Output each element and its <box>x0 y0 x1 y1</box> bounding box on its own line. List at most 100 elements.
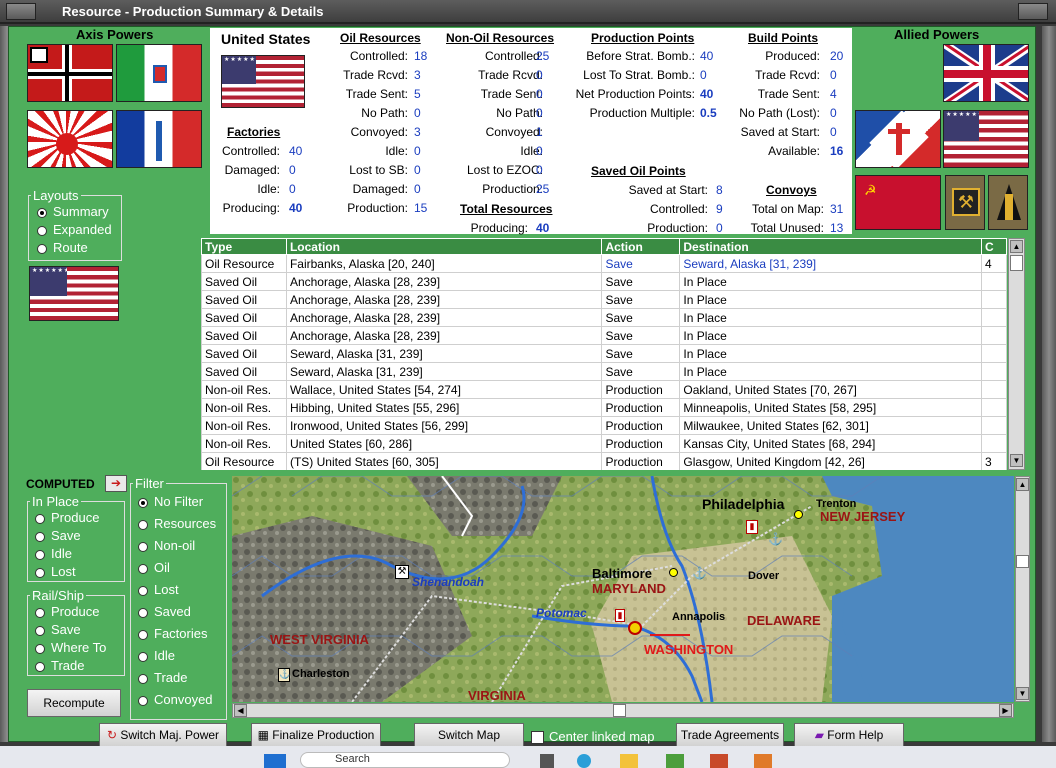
map-scroll-up-icon[interactable]: ▲ <box>1016 478 1029 491</box>
production-details-table[interactable]: Type Location Action Destination C Oil Resou… <box>201 238 1007 470</box>
table-row[interactable]: Non-oil Res. United States [60, 286] Produ… <box>201 434 1007 453</box>
filter-option-radio[interactable]: Lost <box>138 579 226 601</box>
railship-option-radio[interactable]: Produce <box>35 603 124 621</box>
table-row[interactable]: Saved Oil Seward, Alaska [31, 239] Save In … <box>201 362 1007 381</box>
radio-button[interactable] <box>35 513 45 524</box>
mine-resource-icon[interactable]: ⚒ <box>945 175 985 230</box>
radio-button[interactable] <box>138 563 148 574</box>
radio-button[interactable] <box>35 643 45 654</box>
filter-option-radio[interactable]: Idle <box>138 645 226 667</box>
inplace-option-radio[interactable]: Lost <box>35 563 124 581</box>
finalize-production-button[interactable]: ▦ Finalize Production <box>251 723 381 747</box>
recompute-button[interactable]: Recompute <box>27 689 121 717</box>
oil-resource-map-icon[interactable]: ⚓ <box>278 668 290 682</box>
filter-option-radio[interactable]: Factories <box>138 623 226 645</box>
inplace-option-radio[interactable]: Save <box>35 527 124 545</box>
inplace-option-radio[interactable]: Produce <box>35 509 124 527</box>
filter-option-radio[interactable]: No Filter <box>138 491 226 513</box>
map-horizontal-scrollbar[interactable]: ◀ ▶ <box>232 703 1014 718</box>
radio-button[interactable] <box>138 541 148 552</box>
vichy-france-flag[interactable] <box>116 110 202 168</box>
railship-option-radio[interactable]: Save <box>35 621 124 639</box>
baltimore-city-icon[interactable] <box>669 568 678 577</box>
map-vertical-scrollbar[interactable]: ▲ ▼ <box>1015 476 1030 702</box>
close-button[interactable] <box>1018 3 1048 20</box>
linked-map[interactable]: Philadelphia Trenton NEW JERSEY Dover Ba… <box>232 476 1014 702</box>
scroll-up-arrow-icon[interactable]: ▲ <box>1010 240 1023 253</box>
map-scroll-right-icon[interactable]: ▶ <box>999 704 1012 717</box>
oil-derrick-icon[interactable] <box>988 175 1028 230</box>
other-app-icon[interactable] <box>754 754 772 768</box>
table-row[interactable]: Saved Oil Anchorage, Alaska [28, 239] Save… <box>201 326 1007 345</box>
italy-flag[interactable] <box>116 44 202 102</box>
task-view-icon[interactable] <box>540 754 554 768</box>
table-row[interactable]: Oil Resource Fairbanks, Alaska [20, 240] S… <box>201 254 1007 273</box>
table-row[interactable]: Saved Oil Seward, Alaska [31, 239] Save In … <box>201 344 1007 363</box>
radio-button[interactable] <box>138 651 148 662</box>
radio-button[interactable] <box>138 629 148 640</box>
table-row[interactable]: Non-oil Res. Hibbing, United States [55, … <box>201 398 1007 417</box>
start-windows-icon[interactable] <box>264 754 286 768</box>
railship-option-radio[interactable]: Trade <box>35 657 124 675</box>
form-help-button[interactable]: ▰ Form Help <box>794 723 904 747</box>
radio-button[interactable] <box>138 519 148 530</box>
scroll-thumb[interactable] <box>1010 255 1023 271</box>
game-app-icon[interactable] <box>710 754 728 768</box>
scroll-down-arrow-icon[interactable]: ▼ <box>1010 454 1023 467</box>
washington-capital-icon[interactable] <box>628 621 642 635</box>
edge-icon[interactable] <box>577 754 591 768</box>
inplace-option-radio[interactable]: Idle <box>35 545 124 563</box>
filter-option-radio[interactable]: Oil <box>138 557 226 579</box>
map-scroll-left-icon[interactable]: ◀ <box>234 704 247 717</box>
layout-expanded-radio[interactable]: Expanded <box>37 221 121 239</box>
trade-agreements-button[interactable]: Trade Agreements <box>676 723 784 747</box>
column-header[interactable]: Action <box>601 238 681 255</box>
radio-button[interactable] <box>138 497 148 508</box>
table-row[interactable]: Non-oil Res. Ironwood, United States [56,… <box>201 416 1007 435</box>
map-scroll-down-icon[interactable]: ▼ <box>1016 687 1029 700</box>
column-header[interactable]: Location <box>285 238 603 255</box>
center-linked-map-checkbox[interactable] <box>531 731 544 744</box>
ussr-flag[interactable]: ☭ <box>855 175 941 230</box>
radio-button[interactable] <box>35 531 45 542</box>
port-anchor-icon-2[interactable]: ⚓ <box>768 532 783 546</box>
taskbar-search[interactable]: Search <box>300 752 510 768</box>
file-explorer-icon[interactable] <box>620 754 638 768</box>
free-france-flag[interactable] <box>855 110 941 168</box>
filter-option-radio[interactable]: Convoyed <box>138 689 226 711</box>
switch-major-power-button[interactable]: ↻ Switch Maj. Power <box>99 723 227 747</box>
map-vscroll-thumb[interactable] <box>1016 555 1029 568</box>
map-hscroll-thumb[interactable] <box>613 704 626 717</box>
germany-flag[interactable] <box>27 44 113 102</box>
computed-arrow-button[interactable]: ➔ <box>105 475 127 492</box>
us-flag-allied[interactable]: ★★★★★★★★★★★★★★★★★★★★★★★★★★ <box>943 110 1029 168</box>
layout-route-radio[interactable]: Route <box>37 239 121 257</box>
factory-map-icon[interactable]: ▮ <box>746 520 758 534</box>
radio-button[interactable] <box>35 661 45 672</box>
radio-button[interactable] <box>138 695 148 706</box>
mine-resource-map-icon[interactable]: ⚒ <box>395 565 409 579</box>
japan-flag[interactable] <box>27 110 113 168</box>
railship-option-radio[interactable]: Where To <box>35 639 124 657</box>
radio-button[interactable] <box>138 585 148 596</box>
radio-button[interactable] <box>138 607 148 618</box>
table-row[interactable]: Saved Oil Anchorage, Alaska [28, 239] Save… <box>201 290 1007 309</box>
table-row[interactable]: Saved Oil Anchorage, Alaska [28, 239] Save… <box>201 272 1007 291</box>
filter-option-radio[interactable]: Saved <box>138 601 226 623</box>
radio-button[interactable] <box>35 549 45 560</box>
filter-option-radio[interactable]: Non-oil <box>138 535 226 557</box>
system-menu-button[interactable] <box>6 3 36 20</box>
app-icon[interactable] <box>666 754 684 768</box>
port-anchor-icon[interactable]: ⚓ <box>692 566 707 580</box>
filter-option-radio[interactable]: Resources <box>138 513 226 535</box>
table-vertical-scrollbar[interactable]: ▲ ▼ <box>1008 238 1025 470</box>
radio-button[interactable] <box>35 607 45 618</box>
factory-map-icon-2[interactable]: ▮ <box>615 609 625 622</box>
column-header[interactable]: Destination <box>679 238 982 255</box>
table-row[interactable]: Oil Resource (TS) United States [60, 305]… <box>201 452 1007 470</box>
uk-flag[interactable] <box>943 44 1029 102</box>
column-header[interactable]: C <box>981 238 1007 255</box>
table-row[interactable]: Non-oil Res. Wallace, United States [54, … <box>201 380 1007 399</box>
layout-summary-radio[interactable]: Summary <box>37 203 121 221</box>
switch-map-button[interactable]: Switch Map <box>414 723 524 747</box>
